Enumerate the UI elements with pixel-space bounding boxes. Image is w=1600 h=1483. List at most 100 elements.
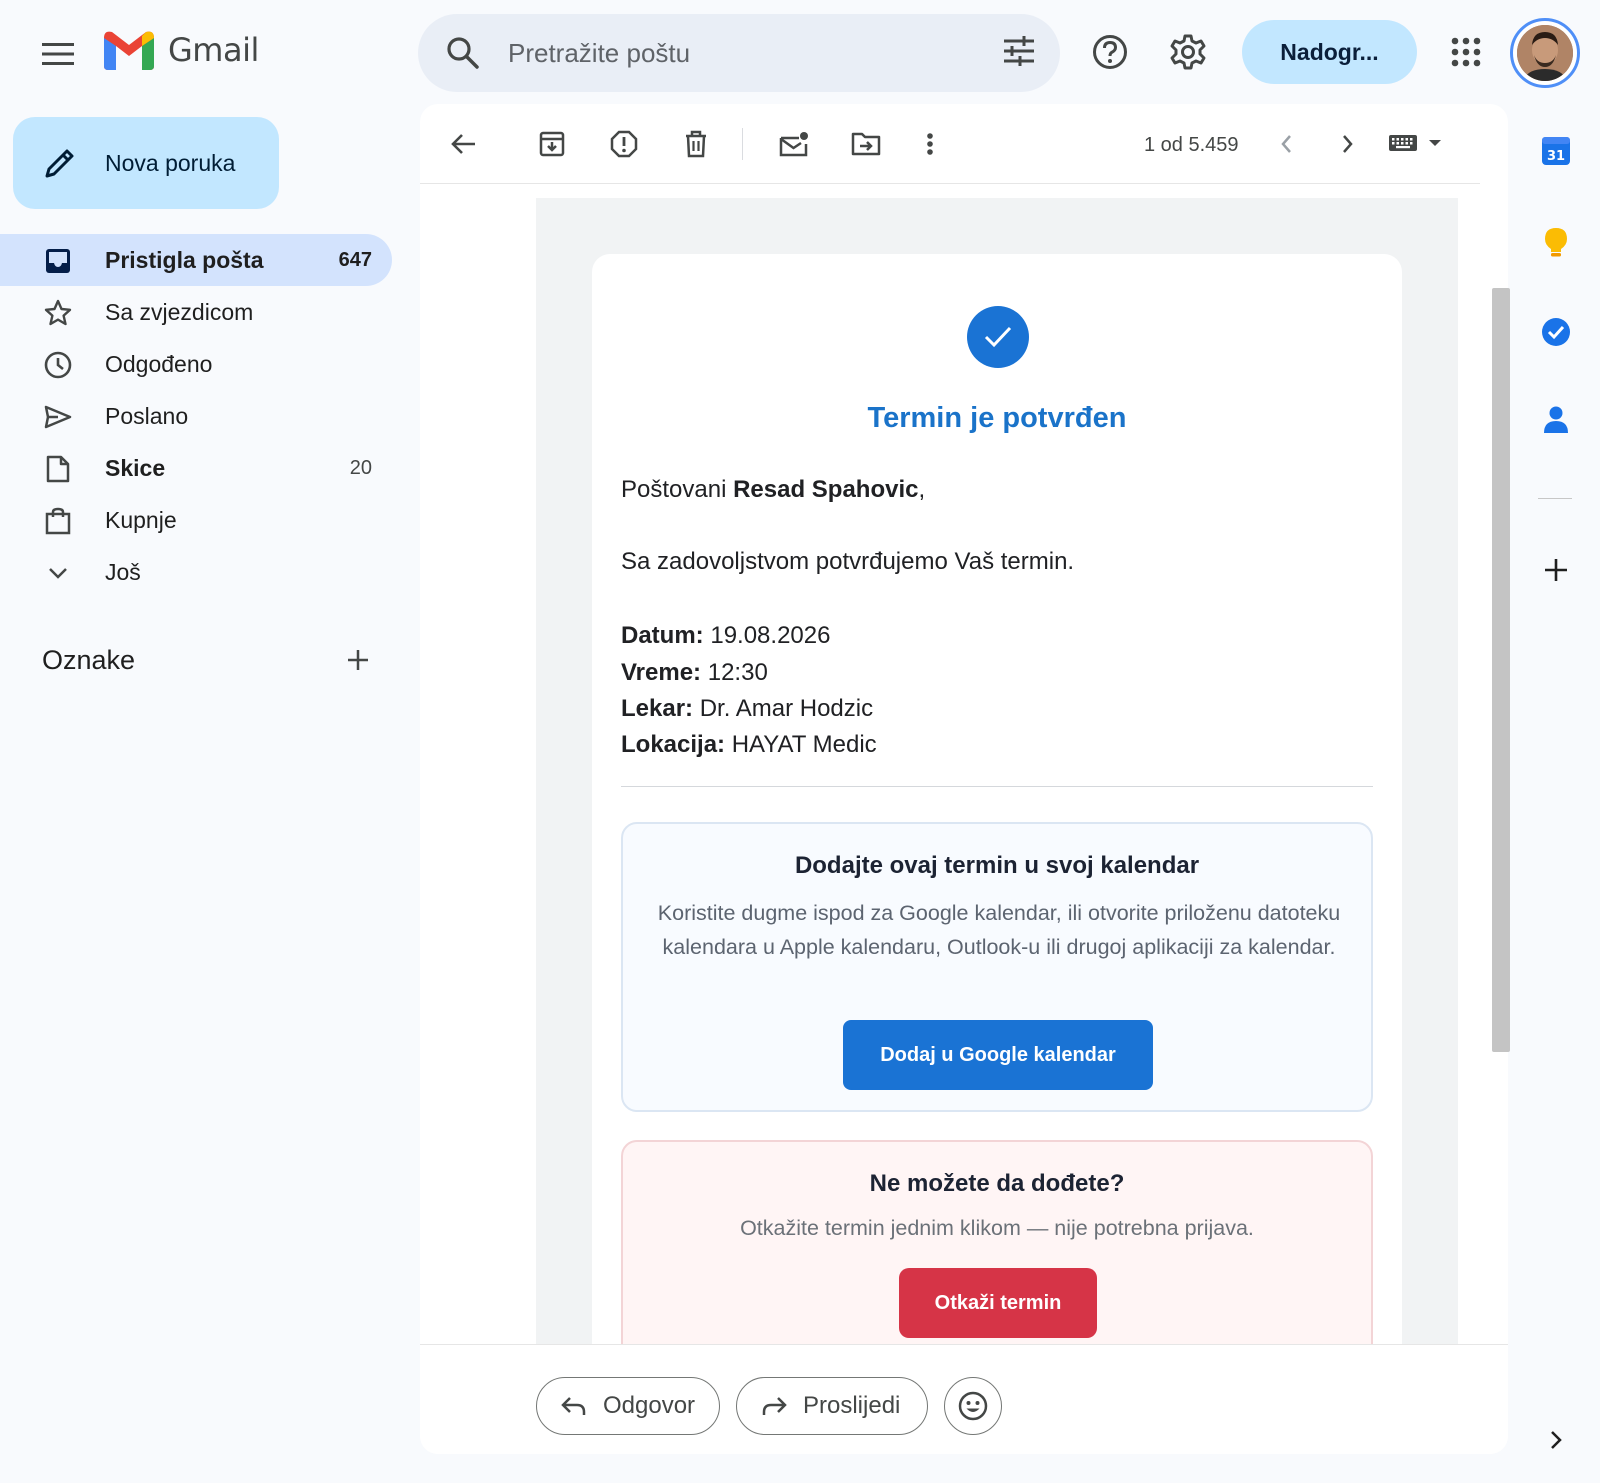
more-options-button[interactable] bbox=[912, 126, 948, 162]
chevron-right-icon bbox=[1551, 1431, 1562, 1449]
keyboard-icon bbox=[1389, 135, 1417, 151]
reply-bar: Odgovor Proslijedi bbox=[420, 1344, 1508, 1454]
svg-text:31: 31 bbox=[1547, 149, 1565, 164]
help-button[interactable] bbox=[1088, 30, 1132, 74]
caret-down-icon bbox=[1429, 140, 1441, 146]
archive-button[interactable] bbox=[534, 126, 570, 162]
cancel-description: Otkažite termin jednim klikom — nije pot… bbox=[740, 1216, 1254, 1240]
email-card: Termin je potvrđen Poštovani Resad Spaho… bbox=[592, 254, 1402, 1454]
detail-location: Lokacija: HAYAT Medic bbox=[621, 731, 877, 758]
recipient-name: Resad Spahovic bbox=[733, 476, 919, 503]
main-menu-button[interactable] bbox=[38, 34, 78, 74]
archive-icon bbox=[539, 131, 565, 157]
trash-icon bbox=[686, 130, 706, 158]
divider bbox=[621, 786, 1373, 787]
move-to-button[interactable] bbox=[848, 126, 884, 162]
search-bar[interactable] bbox=[418, 14, 1060, 92]
keep-app-button[interactable] bbox=[1536, 222, 1576, 262]
emoji-reaction-button[interactable] bbox=[944, 1377, 1002, 1435]
contacts-icon bbox=[1544, 406, 1568, 433]
newer-button[interactable] bbox=[1268, 126, 1304, 162]
reply-icon bbox=[561, 1397, 586, 1415]
pagination-text: 1 od 5.459 bbox=[1144, 134, 1239, 156]
scrollbar[interactable] bbox=[1492, 288, 1510, 1052]
report-icon bbox=[610, 130, 638, 158]
search-options-icon[interactable] bbox=[1002, 34, 1036, 68]
apps-button[interactable] bbox=[1444, 30, 1488, 74]
sidebar-item-label: Još bbox=[105, 558, 141, 585]
detail-date: Datum: 19.08.2026 bbox=[621, 622, 831, 649]
email-title: Termin je potvrđen bbox=[867, 402, 1127, 434]
add-label-button[interactable] bbox=[346, 648, 370, 672]
chevron-right-icon bbox=[1343, 135, 1353, 153]
rail-divider bbox=[1538, 498, 1572, 499]
sidebar-nav: Pristigla pošta 647 Sa zvjezdicom Odgođe… bbox=[0, 234, 392, 598]
calendar-heading: Dodajte ovaj termin u svoj kalendar bbox=[794, 852, 1200, 879]
hamburger-icon bbox=[42, 43, 74, 65]
intro-text: Sa zadovoljstvom potvrđujemo Vaš termin. bbox=[621, 548, 1075, 575]
greeting: Poštovani Resad Spahovic, bbox=[621, 476, 926, 503]
compose-button[interactable]: Nova poruka bbox=[13, 117, 279, 209]
search-input[interactable] bbox=[508, 32, 968, 74]
calendar-description: Koristite dugme ispod za Google kalendar… bbox=[657, 901, 1341, 959]
back-button[interactable] bbox=[446, 126, 482, 162]
report-spam-button[interactable] bbox=[606, 126, 642, 162]
sidebar-item-sent[interactable]: Poslano bbox=[0, 390, 392, 442]
mark-unread-button[interactable] bbox=[776, 126, 812, 162]
sidebar-item-label: Skice bbox=[105, 454, 166, 481]
sidebar-item-label: Pristigla pošta bbox=[105, 246, 264, 273]
delete-button[interactable] bbox=[678, 126, 714, 162]
calendar-app-button[interactable]: 31 bbox=[1536, 130, 1576, 170]
emoji-icon bbox=[958, 1391, 988, 1421]
chevron-left-icon bbox=[1281, 135, 1291, 153]
compose-label: Nova poruka bbox=[105, 149, 236, 176]
sidebar-item-inbox[interactable]: Pristigla pošta 647 bbox=[0, 234, 392, 286]
draft-icon bbox=[44, 455, 72, 483]
gmail-logo[interactable]: Gmail bbox=[104, 30, 259, 70]
gmail-m-icon bbox=[104, 31, 154, 70]
toolbar-divider bbox=[742, 128, 743, 160]
apps-grid-icon bbox=[1451, 37, 1481, 67]
checkmark-icon bbox=[984, 326, 1012, 348]
send-icon bbox=[44, 403, 72, 431]
calendar-icon: 31 bbox=[1542, 137, 1570, 165]
reply-button[interactable]: Odgovor bbox=[536, 1377, 720, 1435]
star-icon bbox=[44, 299, 72, 327]
detail-doctor: Lekar: Dr. Amar Hodzic bbox=[621, 695, 874, 722]
cancel-appointment-button[interactable]: Otkaži termin bbox=[899, 1268, 1097, 1338]
expand-side-panel-button[interactable] bbox=[1536, 1420, 1576, 1460]
forward-button[interactable]: Proslijedi bbox=[736, 1377, 928, 1435]
upgrade-button[interactable]: Nadogr... bbox=[1242, 20, 1417, 84]
get-addons-button[interactable] bbox=[1536, 550, 1576, 590]
tasks-app-button[interactable] bbox=[1536, 312, 1576, 352]
sidebar-item-label: Odgođeno bbox=[105, 350, 213, 377]
keep-lightbulb-icon bbox=[1545, 228, 1567, 257]
draft-count: 20 bbox=[349, 456, 372, 479]
forward-icon bbox=[762, 1397, 787, 1415]
user-photo-icon bbox=[1517, 25, 1573, 81]
tasks-icon bbox=[1542, 318, 1570, 346]
cancel-heading: Ne možete da dođete? bbox=[869, 1170, 1125, 1197]
sidebar-item-drafts[interactable]: Skice 20 bbox=[0, 442, 392, 494]
gear-icon bbox=[1170, 34, 1206, 70]
sidebar-item-purchases[interactable]: Kupnje bbox=[0, 494, 392, 546]
email-body: Termin je potvrđen Poštovani Resad Spaho… bbox=[536, 198, 1458, 1454]
more-vert-icon bbox=[927, 133, 933, 155]
search-icon[interactable] bbox=[446, 36, 480, 70]
help-icon bbox=[1093, 35, 1127, 69]
sidebar-item-snoozed[interactable]: Odgođeno bbox=[0, 338, 392, 390]
sidebar-item-starred[interactable]: Sa zvjezdicom bbox=[0, 286, 392, 338]
sidebar-item-label: Poslano bbox=[105, 402, 189, 429]
reply-label: Odgovor bbox=[603, 1392, 696, 1419]
message-view: 1 od 5.459 Termin je potvrđen Poštovani … bbox=[420, 104, 1508, 1454]
add-google-calendar-button[interactable]: Dodaj u Google kalendar bbox=[843, 1020, 1153, 1090]
message-toolbar: 1 od 5.459 bbox=[420, 104, 1480, 184]
shopping-bag-icon bbox=[44, 507, 72, 535]
sidebar-item-label: Sa zvjezdicom bbox=[105, 298, 254, 325]
sidebar-item-more[interactable]: Još bbox=[0, 546, 392, 598]
settings-button[interactable] bbox=[1166, 30, 1210, 74]
contacts-app-button[interactable] bbox=[1536, 400, 1576, 440]
older-button[interactable] bbox=[1330, 126, 1366, 162]
input-tools-button[interactable] bbox=[1388, 134, 1442, 152]
account-avatar[interactable] bbox=[1510, 18, 1580, 88]
